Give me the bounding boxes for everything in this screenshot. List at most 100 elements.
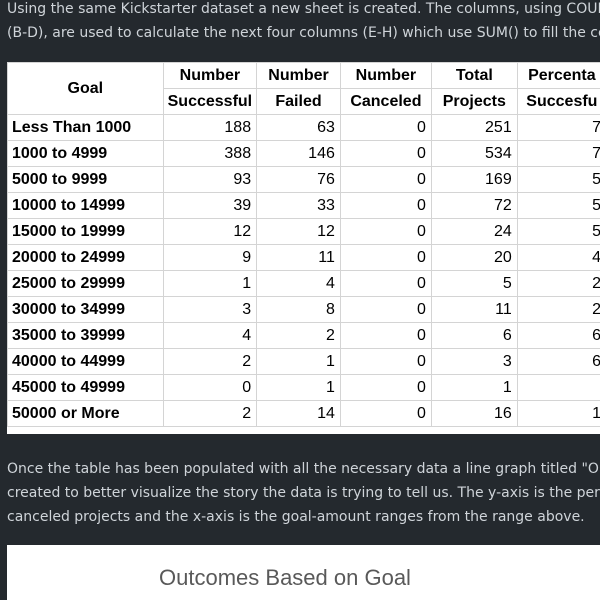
table-row: 10000 to 14999 39 33 0 72 5 xyxy=(7,192,600,219)
goal-cell: 25000 to 29999 xyxy=(7,270,164,297)
header-percent-bottom: Succesfu xyxy=(516,88,600,115)
goal-cell: Less Than 1000 xyxy=(7,114,164,141)
successful-cell: 3 xyxy=(162,296,258,323)
header-successful-bottom: Successful xyxy=(162,88,258,115)
goal-cell: 35000 to 39999 xyxy=(7,322,164,349)
goal-cell: 10000 to 14999 xyxy=(7,192,164,219)
goal-cell: 45000 to 49999 xyxy=(7,374,164,401)
goal-cell: 50000 or More xyxy=(7,400,164,427)
total-cell: 11 xyxy=(430,296,518,323)
failed-cell: 63 xyxy=(256,114,341,141)
percent-cell: 4 xyxy=(516,244,600,271)
chart-title: Outcomes Based on Goal xyxy=(159,565,411,590)
failed-cell: 146 xyxy=(256,140,341,167)
successful-cell: 388 xyxy=(162,140,258,167)
total-cell: 5 xyxy=(430,270,518,297)
canceled-cell: 0 xyxy=(339,114,432,141)
total-cell: 3 xyxy=(430,348,518,375)
canceled-cell: 0 xyxy=(339,270,432,297)
total-cell: 20 xyxy=(430,244,518,271)
table-row: 40000 to 44999 2 1 0 3 6 xyxy=(7,348,600,375)
canceled-cell: 0 xyxy=(339,322,432,349)
percent-cell: 5 xyxy=(516,218,600,245)
failed-cell: 14 xyxy=(256,400,341,427)
table-row: 1000 to 4999 388 146 0 534 7 xyxy=(7,140,600,167)
percent-cell: 2 xyxy=(516,296,600,323)
goal-cell: 5000 to 9999 xyxy=(7,166,164,193)
total-cell: 169 xyxy=(430,166,518,193)
header-failed-top: Number xyxy=(256,62,341,89)
successful-cell: 188 xyxy=(162,114,258,141)
successful-cell: 2 xyxy=(162,400,258,427)
failed-cell: 33 xyxy=(256,192,341,219)
failed-cell: 11 xyxy=(256,244,341,271)
failed-cell: 4 xyxy=(256,270,341,297)
successful-cell: 39 xyxy=(162,192,258,219)
page: Using the same Kickstarter dataset a new… xyxy=(0,0,600,600)
table-row: 15000 to 19999 12 12 0 24 5 xyxy=(7,218,600,245)
goal-cell: 1000 to 4999 xyxy=(7,140,164,167)
total-cell: 534 xyxy=(430,140,518,167)
successful-cell: 0 xyxy=(162,374,258,401)
outro-line-1: Once the table has been populated with a… xyxy=(7,461,600,477)
percent-cell: 2 xyxy=(516,270,600,297)
total-cell: 16 xyxy=(430,400,518,427)
table-row: 45000 to 49999 0 1 0 1 xyxy=(7,374,600,401)
header-successful-top: Number xyxy=(162,62,258,89)
canceled-cell: 0 xyxy=(339,400,432,427)
outro-line-3: canceled projects and the x-axis is the … xyxy=(7,509,585,525)
table-header-row-top: Goal Number Number Number Total Percenta xyxy=(7,62,600,115)
header-total-bottom: Projects xyxy=(430,88,518,115)
percent-cell: 1 xyxy=(516,400,600,427)
table-row: 5000 to 9999 93 76 0 169 5 xyxy=(7,166,600,193)
table-row: 20000 to 24999 9 11 0 20 4 xyxy=(7,244,600,271)
table-row: 25000 to 29999 1 4 0 5 2 xyxy=(7,270,600,297)
goal-cell: 30000 to 34999 xyxy=(7,296,164,323)
goal-cell: 15000 to 19999 xyxy=(7,218,164,245)
percent-cell: 6 xyxy=(516,348,600,375)
header-canceled-top: Number xyxy=(339,62,432,89)
chart-image: Outcomes Based on Goal xyxy=(7,545,600,600)
failed-cell: 1 xyxy=(256,374,341,401)
total-cell: 1 xyxy=(430,374,518,401)
canceled-cell: 0 xyxy=(339,140,432,167)
intro-line-2: (B-D), are used to calculate the next fo… xyxy=(7,25,600,41)
percent-cell xyxy=(516,374,600,401)
header-percent-top: Percenta xyxy=(516,62,600,89)
successful-cell: 9 xyxy=(162,244,258,271)
canceled-cell: 0 xyxy=(339,348,432,375)
percent-cell: 5 xyxy=(516,166,600,193)
successful-cell: 4 xyxy=(162,322,258,349)
successful-cell: 93 xyxy=(162,166,258,193)
percent-cell: 5 xyxy=(516,192,600,219)
header-canceled-bottom: Canceled xyxy=(339,88,432,115)
percent-cell: 6 xyxy=(516,322,600,349)
failed-cell: 8 xyxy=(256,296,341,323)
spreadsheet-image: Goal Number Number Number Total Percenta… xyxy=(7,62,600,434)
total-cell: 6 xyxy=(430,322,518,349)
percent-cell: 7 xyxy=(516,140,600,167)
failed-cell: 76 xyxy=(256,166,341,193)
canceled-cell: 0 xyxy=(339,374,432,401)
header-failed-bottom: Failed xyxy=(256,88,341,115)
outro-paragraph: Once the table has been populated with a… xyxy=(7,457,600,529)
percent-cell: 7 xyxy=(516,114,600,141)
goal-cell: 40000 to 44999 xyxy=(7,348,164,375)
canceled-cell: 0 xyxy=(339,296,432,323)
intro-line-1: Using the same Kickstarter dataset a new… xyxy=(7,1,600,17)
successful-cell: 12 xyxy=(162,218,258,245)
failed-cell: 2 xyxy=(256,322,341,349)
table-row: 30000 to 34999 3 8 0 11 2 xyxy=(7,296,600,323)
intro-paragraph: Using the same Kickstarter dataset a new… xyxy=(7,0,600,45)
canceled-cell: 0 xyxy=(339,192,432,219)
total-cell: 251 xyxy=(430,114,518,141)
failed-cell: 12 xyxy=(256,218,341,245)
canceled-cell: 0 xyxy=(339,218,432,245)
total-cell: 72 xyxy=(430,192,518,219)
failed-cell: 1 xyxy=(256,348,341,375)
table-row: 35000 to 39999 4 2 0 6 6 xyxy=(7,322,600,349)
canceled-cell: 0 xyxy=(339,244,432,271)
successful-cell: 2 xyxy=(162,348,258,375)
canceled-cell: 0 xyxy=(339,166,432,193)
header-goal: Goal xyxy=(7,62,164,115)
